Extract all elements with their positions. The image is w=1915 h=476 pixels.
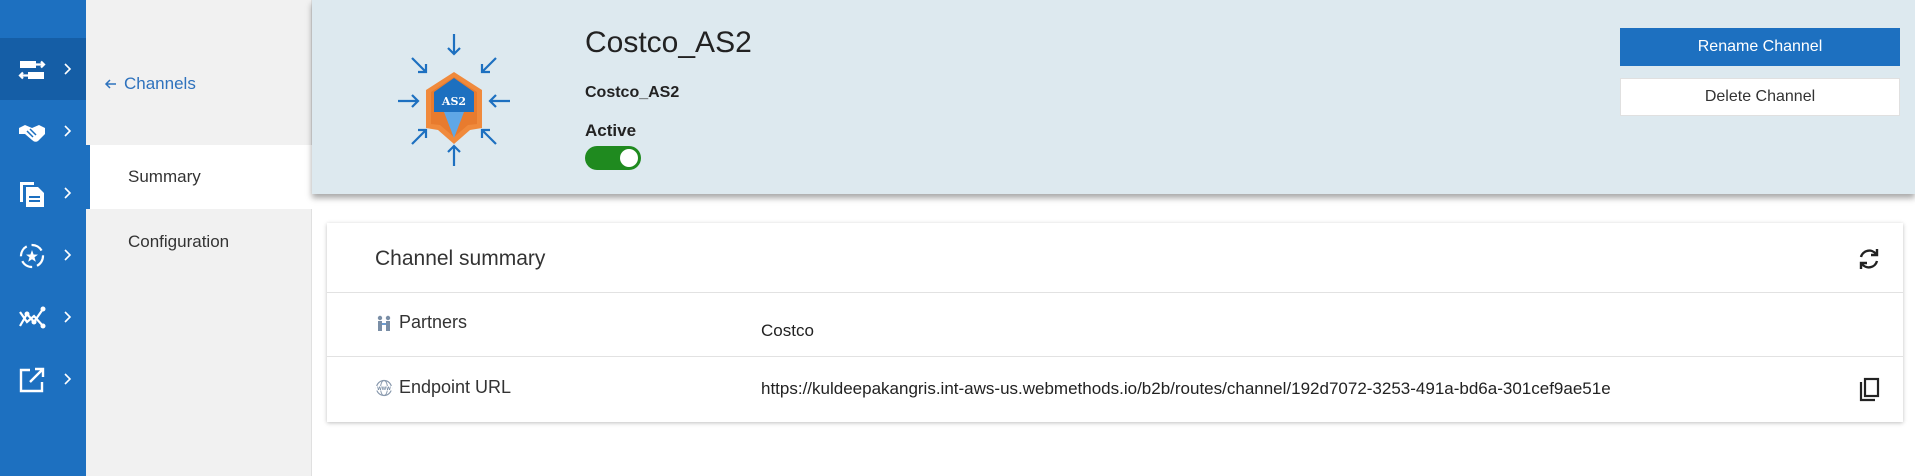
nav-channels[interactable]: [0, 38, 86, 100]
channel-header: AS2 Costco_AS2 Costco_AS2 Active Rename …: [312, 0, 1915, 194]
subnav-item-configuration[interactable]: Configuration: [86, 210, 312, 274]
nav-partners[interactable]: [0, 100, 86, 162]
arrow-left-icon: [104, 79, 116, 89]
endpoint-url-label: Endpoint URL: [399, 377, 512, 397]
chevron-right-icon: [64, 249, 72, 261]
channels-icon: [18, 60, 46, 80]
chevron-right-icon: [64, 311, 72, 323]
channel-summary-card: Channel summary Partners Costco WWW Endp…: [327, 223, 1903, 422]
divider: [327, 292, 1903, 293]
divider: [327, 356, 1903, 357]
chevron-right-icon: [64, 63, 72, 75]
channel-subnav: Channels Summary Configuration: [86, 0, 312, 476]
nav-external[interactable]: [0, 348, 86, 410]
toggle-knob: [620, 149, 638, 167]
channel-title: Costco_AS2: [585, 26, 752, 59]
endpoint-url-value: https://kuldeepakangris.int-aws-us.webme…: [761, 379, 1611, 398]
partners-value: Costco: [761, 321, 814, 340]
subnav-item-summary[interactable]: Summary: [86, 145, 312, 209]
status-label: Active: [585, 121, 637, 140]
handshake-icon: [19, 125, 45, 142]
main-nav-rail: [0, 0, 86, 476]
back-to-channels-link[interactable]: Channels: [104, 74, 196, 94]
endpoint-label-group: WWW Endpoint URL: [375, 377, 511, 398]
documents-icon: [20, 182, 44, 207]
partners-label-group: Partners: [375, 312, 467, 333]
nav-analytics[interactable]: [0, 286, 86, 348]
refresh-icon[interactable]: [1855, 245, 1883, 273]
delete-channel-button[interactable]: Delete Channel: [1620, 78, 1900, 116]
nav-documents[interactable]: [0, 162, 86, 224]
rename-channel-button[interactable]: Rename Channel: [1620, 28, 1900, 66]
partners-icon: [377, 315, 391, 331]
partners-label: Partners: [399, 312, 468, 332]
chevron-right-icon: [64, 373, 72, 385]
card-title: Channel summary: [375, 247, 546, 270]
back-link-label: Channels: [124, 74, 196, 93]
nav-processing-rules[interactable]: [0, 224, 86, 286]
as2-channel-logo: AS2: [398, 34, 510, 166]
chevron-right-icon: [64, 187, 72, 199]
www-icon: WWW: [375, 379, 393, 396]
channel-subtitle: Costco_AS2: [585, 84, 680, 101]
copy-icon[interactable]: [1857, 376, 1883, 404]
processing-rules-icon: [19, 243, 45, 269]
chevron-right-icon: [64, 125, 72, 137]
analytics-icon: [19, 306, 46, 329]
as2-logo-text: AS2: [441, 95, 466, 108]
active-toggle[interactable]: [585, 146, 641, 170]
svg-text:WWW: WWW: [377, 385, 391, 390]
external-link-icon: [19, 367, 45, 393]
